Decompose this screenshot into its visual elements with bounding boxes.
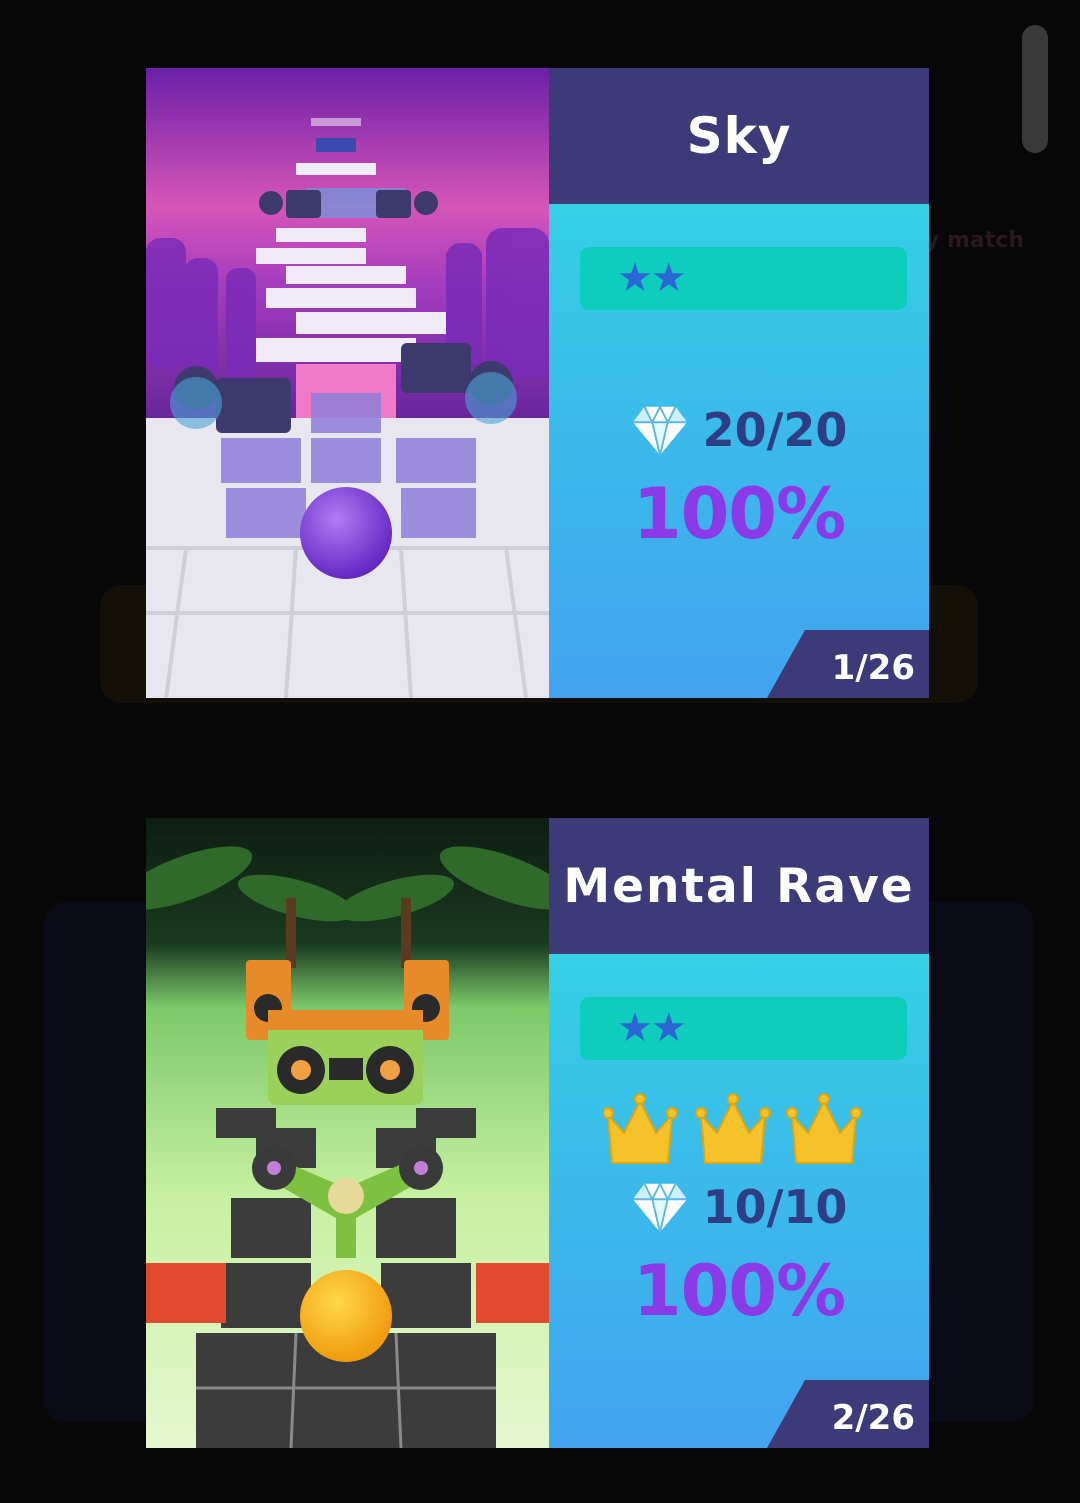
completion-percent: 100% [632, 473, 846, 555]
crown-icon [786, 1093, 862, 1164]
stars-bar: ★★ [580, 247, 907, 310]
level-card-mental-rave[interactable]: Mental Rave ★★ 10/10 100% 2/26 [146, 818, 929, 1448]
gem-count: 10/10 [702, 1180, 848, 1234]
level-number: 1/26 [831, 648, 915, 688]
diamond-icon [632, 404, 687, 456]
level-number-badge: 1/26 [767, 630, 929, 698]
gem-row: 10/10 [549, 1178, 929, 1236]
level-card-sky[interactable]: Sky ★★ 20/20 100% 1/26 [146, 68, 929, 698]
crown-icon [604, 1093, 678, 1164]
crown-icons [604, 1093, 862, 1164]
background-ghost-text: y match [925, 228, 1024, 253]
stars-bar: ★★ [580, 997, 907, 1060]
star-icons: ★★ [617, 255, 687, 301]
level-info-panel: Sky ★★ 20/20 100% 1/26 [549, 68, 929, 698]
star-icons: ★★ [617, 1005, 687, 1051]
scrollbar[interactable] [1022, 25, 1048, 153]
crown-icon [695, 1093, 771, 1164]
title-bar: Mental Rave [549, 818, 929, 954]
level-number: 2/26 [831, 1398, 915, 1438]
level-title: Sky [686, 107, 792, 165]
level-artwork-sky [146, 68, 549, 698]
diamond-icon [632, 1181, 687, 1233]
title-bar: Sky [549, 68, 929, 204]
gem-count: 20/20 [702, 403, 848, 457]
level-title: Mental Rave [563, 858, 915, 914]
level-number-badge: 2/26 [767, 1380, 929, 1448]
completion-percent: 100% [632, 1250, 846, 1332]
level-artwork-mental-rave [146, 818, 549, 1448]
level-info-panel: Mental Rave ★★ 10/10 100% 2/26 [549, 818, 929, 1448]
gem-row: 20/20 [549, 401, 929, 459]
